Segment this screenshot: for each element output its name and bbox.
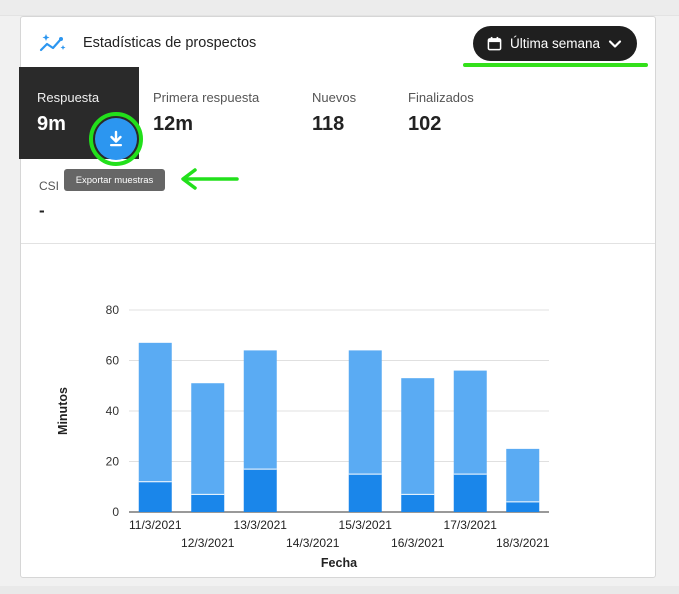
stat-label: Primera respuesta xyxy=(153,90,260,105)
stat-value: 102 xyxy=(408,113,442,135)
page-bottom-strip xyxy=(0,586,679,594)
stat-value: 9m xyxy=(37,113,66,135)
y-tick-label: 80 xyxy=(106,303,120,317)
bar-segment xyxy=(453,370,487,475)
bar-segment xyxy=(138,481,172,512)
sparkle-chart-icon xyxy=(39,34,66,52)
page-top-strip xyxy=(0,0,679,16)
y-tick-label: 40 xyxy=(106,404,120,418)
download-icon xyxy=(110,130,122,147)
date-range-dropdown[interactable]: Última semana xyxy=(473,26,637,61)
bar-segment xyxy=(243,350,277,470)
y-tick-label: 20 xyxy=(106,455,120,469)
bar-segment xyxy=(243,469,277,512)
y-tick-label: 60 xyxy=(106,354,120,368)
stat-label: Finalizados xyxy=(408,90,474,105)
bar-segment xyxy=(401,378,435,495)
annotation-arrow xyxy=(181,168,239,190)
x-tick-label: 13/3/2021 xyxy=(234,518,288,532)
export-tooltip: Exportar muestras xyxy=(64,169,165,191)
stat-finalizados[interactable]: Finalizados 102 xyxy=(408,67,508,159)
csi-value: - xyxy=(39,201,45,220)
stat-value: 118 xyxy=(312,113,345,135)
bar-segment xyxy=(191,383,225,495)
bar-segment xyxy=(401,494,435,512)
card-title: Estadísticas de prospectos xyxy=(83,35,257,51)
bar-segment xyxy=(453,474,487,512)
y-axis-label: Minutos xyxy=(56,387,70,435)
x-tick-label: 12/3/2021 xyxy=(181,536,235,550)
export-download-button[interactable] xyxy=(95,118,137,160)
bar-segment xyxy=(348,350,382,475)
bar-segment xyxy=(506,448,540,502)
stat-label: Respuesta xyxy=(37,90,100,105)
x-tick-label: 14/3/2021 xyxy=(286,536,340,550)
stat-primera-respuesta[interactable]: Primera respuesta 12m xyxy=(153,67,303,159)
x-tick-label: 15/3/2021 xyxy=(339,518,393,532)
stat-value: 12m xyxy=(153,113,194,135)
bar-segment xyxy=(138,342,172,482)
stat-label: Nuevos xyxy=(312,90,357,105)
stat-nuevos[interactable]: Nuevos 118 xyxy=(312,67,392,159)
minutes-bar-chart: 0 20 40 60 80 11/3/2021 12/3/2021 13/3/2021 14/3… xyxy=(56,303,550,570)
lead-stats-card: Estadísticas de prospectos Última semana… xyxy=(19,16,656,578)
x-tick-label: 17/3/2021 xyxy=(444,518,498,532)
bar-segment xyxy=(506,501,540,512)
x-tick-label: 16/3/2021 xyxy=(391,536,445,550)
x-tick-label: 11/3/2021 xyxy=(129,518,182,532)
chevron-down-icon xyxy=(608,39,622,48)
date-range-label: Última semana xyxy=(510,36,601,51)
x-tick-label: 18/3/2021 xyxy=(496,536,550,550)
y-tick-label: 0 xyxy=(112,505,119,519)
bar-segment xyxy=(348,474,382,512)
bar-segment xyxy=(191,494,225,512)
calendar-icon xyxy=(487,36,502,51)
csi-label: CSI xyxy=(39,179,60,193)
x-axis-label: Fecha xyxy=(321,556,358,570)
